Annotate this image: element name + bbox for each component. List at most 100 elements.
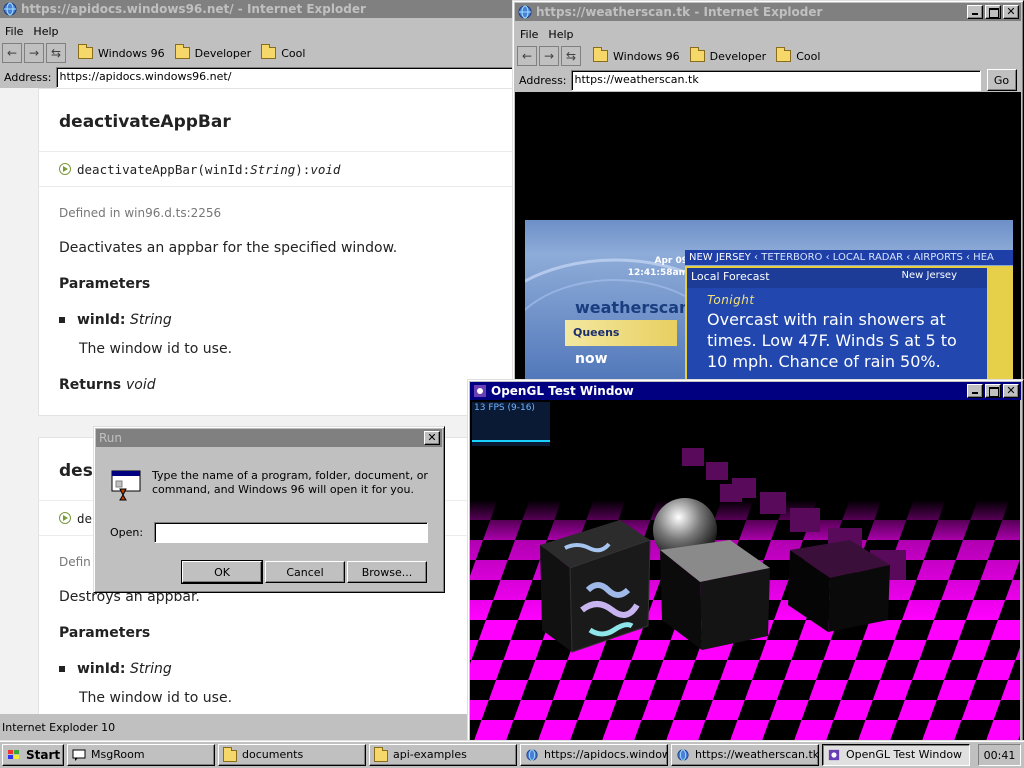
sig-prefix: deactivateAppBar(winId: bbox=[77, 161, 251, 177]
ok-button[interactable]: OK bbox=[181, 560, 263, 584]
wx-date: Apr 09 bbox=[654, 256, 688, 266]
maximize-button[interactable] bbox=[985, 384, 1001, 398]
wx-city: Queens bbox=[565, 320, 677, 346]
close-button[interactable]: ✕ bbox=[424, 431, 440, 445]
task-msgroom[interactable]: MsgRoom bbox=[67, 743, 215, 766]
parameters-heading: Parameters bbox=[59, 276, 151, 292]
run-open-input[interactable] bbox=[154, 522, 428, 543]
fps-text: 13 FPS (9-16) bbox=[474, 403, 535, 413]
3d-scene bbox=[470, 448, 1020, 740]
opengl-canvas[interactable]: 13 FPS (9-16) bbox=[470, 400, 1020, 740]
api-title: deactivateAppBar bbox=[59, 112, 231, 132]
menu-file[interactable]: File bbox=[515, 28, 543, 41]
forward-button[interactable]: → bbox=[539, 46, 559, 66]
open-label: Open: bbox=[110, 526, 144, 539]
returns-label: Returns bbox=[59, 377, 122, 393]
docs-content[interactable]: deactivateAppBar deactivateAppBar(winId:… bbox=[0, 88, 520, 714]
wx-forecast-header: Local Forecast New Jersey bbox=[687, 268, 987, 288]
close-button[interactable]: ✕ bbox=[1003, 5, 1019, 19]
docs-menubar: File Help bbox=[0, 22, 524, 40]
docs-window-title: https://apidocs.windows96.net/ - Interne… bbox=[21, 2, 366, 16]
fav-cool[interactable]: Cool bbox=[261, 44, 305, 60]
run-program-icon bbox=[111, 470, 141, 501]
back-button[interactable]: ← bbox=[517, 46, 537, 66]
folder-icon bbox=[174, 44, 190, 59]
back-arrow-icon: ← bbox=[6, 46, 18, 60]
docs-window-titlebar[interactable]: https://apidocs.windows96.net/ - Interne… bbox=[0, 0, 524, 18]
fav-developer[interactable]: Developer bbox=[689, 47, 767, 63]
refresh-button[interactable]: ⇆ bbox=[561, 46, 581, 66]
sig-return: void bbox=[310, 161, 341, 177]
fav-developer[interactable]: Developer bbox=[174, 44, 251, 60]
opengl-app-icon bbox=[828, 749, 840, 760]
go-button[interactable]: Go bbox=[986, 69, 1017, 91]
address-label: Address: bbox=[4, 70, 52, 84]
menu-help[interactable]: Help bbox=[28, 25, 63, 38]
run-titlebar[interactable]: Run ✕ bbox=[96, 429, 442, 447]
wx-now: now bbox=[575, 351, 608, 367]
task-opengl[interactable]: OpenGL Test Window bbox=[822, 743, 970, 766]
maximize-button[interactable] bbox=[985, 5, 1001, 19]
minimize-button[interactable] bbox=[967, 384, 983, 398]
opengl-titlebar[interactable]: OpenGL Test Window ✕ bbox=[470, 382, 1021, 400]
folder-icon bbox=[223, 747, 237, 762]
ticker-item: ‹ HEA bbox=[962, 252, 994, 263]
fav-label: Windows 96 bbox=[613, 49, 680, 63]
docs-address-input[interactable]: https://apidocs.windows96.net/ bbox=[55, 66, 524, 88]
browse-button[interactable]: Browse... bbox=[347, 561, 427, 583]
system-tray-clock[interactable]: 00:41 bbox=[978, 744, 1021, 766]
opengl-title: OpenGL Test Window bbox=[491, 384, 634, 398]
refresh-icon: ⇆ bbox=[565, 49, 577, 63]
minimize-button[interactable] bbox=[967, 5, 983, 19]
wx-datetime: Apr 09 12:41:58am bbox=[610, 255, 688, 279]
wx-region: New Jersey bbox=[901, 270, 957, 281]
param-description: The window id to use. bbox=[79, 341, 233, 357]
ie-globe-icon bbox=[3, 2, 17, 16]
task-documents[interactable]: documents bbox=[218, 743, 366, 766]
task-apidocs[interactable]: https://apidocs.window... bbox=[520, 743, 668, 766]
fav-windows96[interactable]: Windows 96 bbox=[78, 44, 165, 60]
weather-window-titlebar[interactable]: https://weatherscan.tk - Internet Explod… bbox=[515, 3, 1021, 21]
sig-mid: ): bbox=[295, 161, 311, 177]
ticker-item: ‹ AIRPORTS bbox=[903, 252, 963, 263]
fav-cool[interactable]: Cool bbox=[776, 47, 821, 63]
sig-prefix: de bbox=[77, 510, 93, 526]
weather-address-input[interactable]: https://weatherscan.tk bbox=[570, 69, 981, 91]
returns-type: void bbox=[126, 377, 156, 393]
wx-time: 12:41:58am bbox=[627, 268, 688, 278]
address-label: Address: bbox=[519, 73, 567, 87]
close-button[interactable]: ✕ bbox=[1003, 384, 1019, 398]
bullet bbox=[59, 666, 65, 672]
task-label: documents bbox=[242, 748, 304, 761]
task-api-examples[interactable]: api-examples bbox=[369, 743, 517, 766]
cancel-button[interactable]: Cancel bbox=[265, 561, 345, 583]
docs-browser-window: https://apidocs.windows96.net/ - Interne… bbox=[0, 0, 527, 742]
fav-windows96[interactable]: Windows 96 bbox=[593, 47, 680, 63]
menu-file[interactable]: File bbox=[0, 25, 28, 38]
fav-label: Developer bbox=[709, 49, 767, 63]
wx-period: Tonight bbox=[707, 293, 755, 307]
run-instructions: Type the name of a program, folder, docu… bbox=[152, 469, 428, 496]
run-dialog: Run ✕ Type the name of a program, folder… bbox=[93, 426, 445, 593]
menu-help[interactable]: Help bbox=[543, 28, 578, 41]
ticker-active: NEW JERSEY bbox=[689, 252, 751, 263]
start-button[interactable]: Start bbox=[2, 743, 64, 766]
param-name: winId: bbox=[77, 312, 126, 328]
task-label: MsgRoom bbox=[91, 748, 145, 761]
task-label: OpenGL Test Window bbox=[846, 748, 963, 761]
forward-button[interactable]: → bbox=[24, 43, 44, 63]
refresh-button[interactable]: ⇆ bbox=[46, 43, 66, 63]
run-title: Run bbox=[99, 431, 123, 445]
api-description: Deactivates an appbar for the specified … bbox=[59, 240, 398, 256]
folder-icon bbox=[78, 44, 93, 59]
back-button[interactable]: ← bbox=[2, 43, 22, 63]
taskbar: Start MsgRoom documents api-examples htt… bbox=[0, 740, 1024, 768]
weather-toolbar: ← → ⇆ Windows 96 Developer Cool bbox=[515, 43, 1021, 69]
ie-globe-icon bbox=[518, 5, 532, 19]
windows-logo-icon bbox=[8, 749, 19, 759]
bullet bbox=[59, 317, 65, 323]
method-icon bbox=[59, 163, 71, 175]
task-weatherscan[interactable]: https://weatherscan.tk... bbox=[671, 743, 819, 766]
sig-type: String bbox=[250, 161, 296, 177]
fav-label: Cool bbox=[796, 49, 821, 63]
